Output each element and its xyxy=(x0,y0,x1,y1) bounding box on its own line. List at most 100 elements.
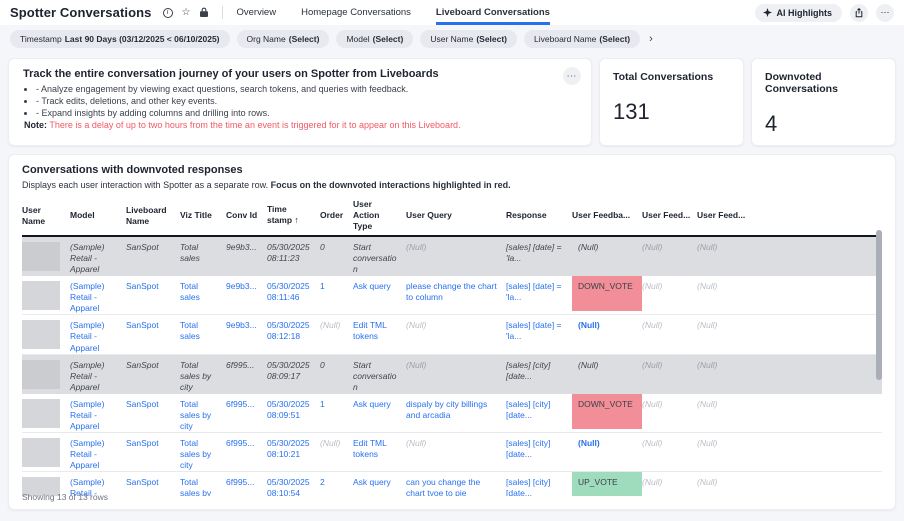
kpi-value: 4 xyxy=(765,111,882,137)
filter-chip-model[interactable]: Model(Select) xyxy=(336,30,413,48)
cell-text: (Null) xyxy=(320,438,340,448)
table-row[interactable]: (Sample) Retail - ApparelSanSpotTotal sa… xyxy=(22,393,882,432)
sparkle-icon xyxy=(763,8,772,17)
table-row[interactable]: (Sample) Retail - ApparelSanSpotTotal sa… xyxy=(22,236,882,276)
chip-name: Model xyxy=(346,34,369,44)
cell-user-query: can you change the chart tyoe to pie xyxy=(406,471,506,496)
cell-model: (Sample) Retail - Apparel xyxy=(70,315,126,354)
cell-response: [sales] [city] [date... xyxy=(506,393,572,432)
cell-response: [sales] [date] = 'la... xyxy=(506,315,572,354)
cell-order: 0 xyxy=(320,236,353,276)
cell-text: (Null) xyxy=(642,242,662,252)
column-header-response[interactable]: Response xyxy=(506,196,572,236)
table-row-count: Showing 13 of 13 rows xyxy=(22,492,108,502)
content-area: Track the entire conversation journey of… xyxy=(0,53,904,510)
tab-overview[interactable]: Overview xyxy=(236,0,276,25)
column-header-user_feed_2[interactable]: User Feed... xyxy=(642,196,697,236)
cell-text: (Null) xyxy=(406,360,426,370)
column-header-conv_id[interactable]: Conv Id xyxy=(226,196,267,236)
cell-text: Ask query xyxy=(353,281,391,291)
cell-timestamp: 05/30/2025 08:09:51 xyxy=(267,393,320,432)
up-vote-badge: UP_VOTE xyxy=(572,472,642,496)
note-label: Note: xyxy=(24,120,47,130)
table-row[interactable]: (Sample) Retail - ApparelSanSpotTotal sa… xyxy=(22,471,882,496)
table-row[interactable]: (Sample) Retail - ApparelSanSpotTotal sa… xyxy=(22,354,882,393)
note-text: There is a delay of up to two hours from… xyxy=(49,120,460,130)
ai-highlights-button[interactable]: AI Highlights xyxy=(755,4,843,22)
down-vote-badge: DOWN_VOTE xyxy=(572,394,642,429)
cell-text: 6f995... xyxy=(226,399,254,409)
cell-model: (Sample) Retail - Apparel xyxy=(70,236,126,276)
cell-text: SanSpot xyxy=(126,360,159,370)
cell-user-feedback: (Null) xyxy=(572,432,642,471)
cell-text: Total sales by city xyxy=(180,360,211,392)
column-header-user_feedback[interactable]: User Feedba... xyxy=(572,196,642,236)
filter-chip-org-name[interactable]: Org Name(Select) xyxy=(237,30,330,48)
cell-text: SanSpot xyxy=(126,281,159,291)
cell-text: [sales] [city] [date... xyxy=(506,477,550,496)
cell-text: (Null) xyxy=(406,320,426,330)
cell-text: (Null) xyxy=(697,242,717,252)
chip-value: (Select) xyxy=(289,34,320,44)
feedback-value: (Null) xyxy=(572,433,642,468)
table-row[interactable]: (Sample) Retail - ApparelSanSpotTotal sa… xyxy=(22,276,882,315)
table-subtitle-bold: Focus on the downvoted interactions high… xyxy=(271,180,511,190)
tab-homepage-conversations[interactable]: Homepage Conversations xyxy=(301,0,411,25)
cell-filler xyxy=(752,354,882,393)
vertical-scrollbar-thumb[interactable] xyxy=(876,230,882,380)
table-title: Conversations with downvoted responses xyxy=(22,164,882,176)
cell-text: Start conversation xyxy=(353,242,396,274)
cell-text: 05/30/2025 08:09:17 xyxy=(267,360,310,381)
filter-chip-liveboard-name[interactable]: Liveboard Name(Select) xyxy=(524,30,640,48)
filter-chip-timestamp[interactable]: TimestampLast 90 Days (03/12/2025 < 06/1… xyxy=(10,30,230,48)
cell-order: 2 xyxy=(320,471,353,496)
more-options-button[interactable]: ⋯ xyxy=(876,4,894,22)
cell-user-query: (Null) xyxy=(406,354,506,393)
chip-value: Last 90 Days (03/12/2025 < 06/10/2025) xyxy=(65,34,220,44)
column-header-order[interactable]: Order xyxy=(320,196,353,236)
column-header-timestamp[interactable]: Time stamp ↑ xyxy=(267,196,320,236)
column-header-liveboard_name[interactable]: Liveboard Name xyxy=(126,196,180,236)
cell-user-feedback: DOWN_VOTE xyxy=(572,276,642,315)
info-bullet: - Analyze engagement by viewing exact qu… xyxy=(36,84,577,94)
cell-filler xyxy=(752,432,882,471)
cell-text: [sales] [date] = 'la... xyxy=(506,320,562,341)
cell-text: (Sample) Retail - Apparel xyxy=(70,399,104,431)
cell-viz-title: Total sales xyxy=(180,236,226,276)
cell-user-feed-3: (Null) xyxy=(697,315,752,354)
table-row[interactable]: (Sample) Retail - ApparelSanSpotTotal sa… xyxy=(22,432,882,471)
column-header-user_action_type[interactable]: User Action Type xyxy=(353,196,406,236)
cell-filler xyxy=(752,276,882,315)
info-card: Track the entire conversation journey of… xyxy=(8,58,592,146)
filters-overflow-chevron-icon[interactable]: › xyxy=(649,34,653,45)
table-row[interactable]: (Sample) Retail - ApparelSanSpotTotal sa… xyxy=(22,315,882,354)
cell-text: [sales] [date] = 'la... xyxy=(506,281,562,302)
info-icon[interactable]: i xyxy=(163,8,173,18)
cell-response: [sales] [city] [date... xyxy=(506,432,572,471)
cell-model: (Sample) Retail - Apparel xyxy=(70,393,126,432)
cell-user-query: (Null) xyxy=(406,236,506,276)
cell-text: (Null) xyxy=(697,477,717,487)
tab-liveboard-conversations[interactable]: Liveboard Conversations xyxy=(436,0,550,25)
table-header-row: User NameModelLiveboard NameViz TitleCon… xyxy=(22,196,882,236)
column-header-filler xyxy=(752,196,882,236)
filter-bar: TimestampLast 90 Days (03/12/2025 < 06/1… xyxy=(0,25,904,53)
column-header-user_name[interactable]: User Name xyxy=(22,196,70,236)
column-header-user_query[interactable]: User Query xyxy=(406,196,506,236)
cell-timestamp: 05/30/2025 08:11:23 xyxy=(267,236,320,276)
column-header-model[interactable]: Model xyxy=(70,196,126,236)
redacted-user-name xyxy=(22,438,60,467)
filter-chip-user-name[interactable]: User Name(Select) xyxy=(420,30,517,48)
star-icon[interactable]: ☆ xyxy=(182,8,191,18)
info-card-more-button[interactable]: ⋯ xyxy=(563,67,581,85)
cell-text: (Null) xyxy=(642,281,662,291)
cell-text: 9e9b3... xyxy=(226,242,257,252)
cell-text: (Null) xyxy=(697,438,717,448)
share-button[interactable] xyxy=(850,4,868,22)
cell-text: (Null) xyxy=(642,477,662,487)
column-header-viz_title[interactable]: Viz Title xyxy=(180,196,226,236)
cell-text: SanSpot xyxy=(126,320,159,330)
column-header-user_feed_3[interactable]: User Feed... xyxy=(697,196,752,236)
chip-name: Timestamp xyxy=(20,34,62,44)
sort-ascending-icon: ↑ xyxy=(294,215,299,225)
